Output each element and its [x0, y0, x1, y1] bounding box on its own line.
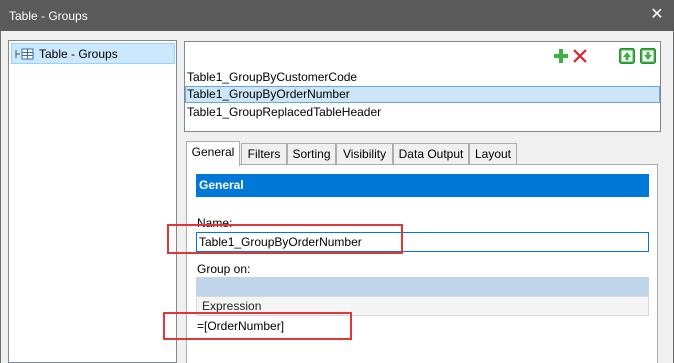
grid-cell-expression[interactable]: =[OrderNumber]: [196, 316, 649, 336]
delete-x-icon[interactable]: [572, 48, 588, 64]
title-bar: Table - Groups ✕: [0, 0, 674, 31]
grid-group-panel: [196, 277, 649, 296]
plus-icon[interactable]: [553, 48, 569, 64]
move-up-icon[interactable]: [619, 48, 635, 64]
groups-list: Table1_GroupByCustomerCode Table1_GroupB…: [184, 41, 661, 132]
navigation-tree: Table - Groups: [8, 40, 177, 363]
tab-sorting[interactable]: Sorting: [287, 143, 336, 165]
tab-visibility[interactable]: Visibility: [336, 143, 393, 165]
list-item-group-by-customer-code[interactable]: Table1_GroupByCustomerCode: [185, 69, 660, 86]
tab-data-output[interactable]: Data Output: [393, 143, 469, 165]
move-down-icon[interactable]: [640, 48, 656, 64]
list-item-group-replaced-table-header[interactable]: Table1_GroupReplacedTableHeader: [185, 104, 660, 121]
close-icon[interactable]: ✕: [645, 3, 669, 27]
name-label: Name:: [197, 216, 233, 230]
tree-item-table-groups[interactable]: Table - Groups: [11, 43, 175, 64]
tab-general[interactable]: General: [186, 141, 240, 166]
section-header-general: General: [196, 174, 649, 197]
name-input[interactable]: [196, 232, 649, 252]
tree-item-label: Table - Groups: [39, 46, 118, 61]
grid-column-header-expression[interactable]: Expression: [196, 296, 649, 316]
list-item-group-by-order-number[interactable]: Table1_GroupByOrderNumber: [185, 86, 660, 103]
group-on-label: Group on:: [197, 262, 251, 276]
groups-toolbar: [185, 42, 660, 69]
table-icon: [15, 48, 37, 60]
window-title: Table - Groups: [9, 9, 88, 23]
tab-filters[interactable]: Filters: [241, 143, 287, 165]
tab-layout[interactable]: Layout: [469, 143, 517, 165]
